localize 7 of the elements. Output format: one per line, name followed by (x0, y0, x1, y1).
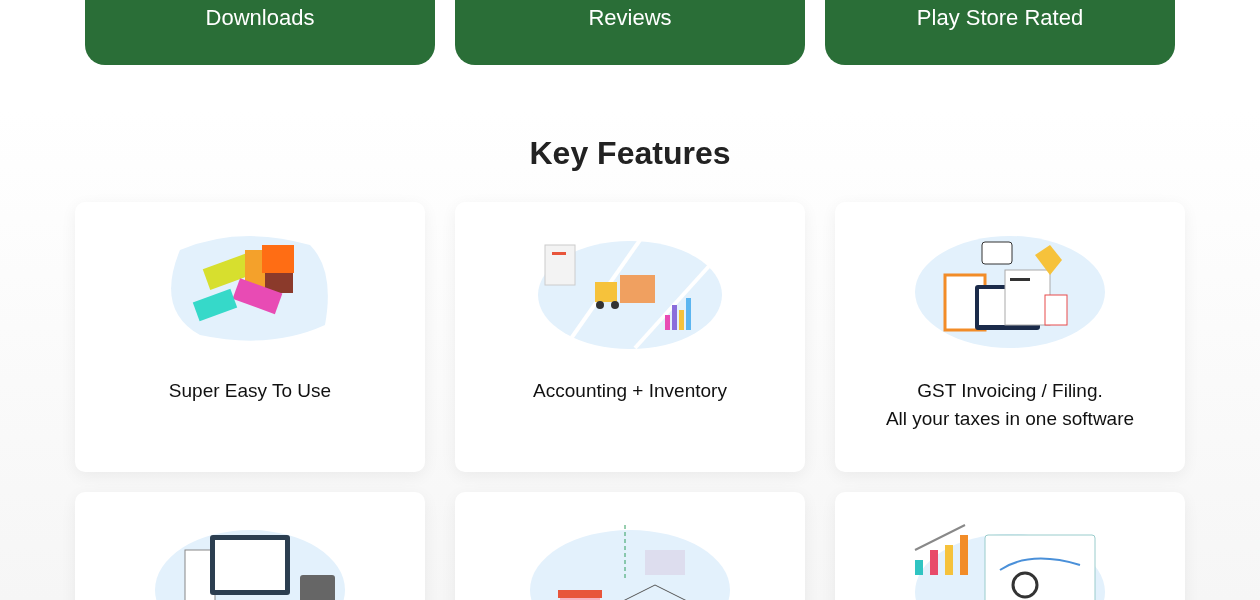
feature-title: Super Easy To Use (168, 379, 332, 403)
stat-card: Reviews (455, 0, 805, 65)
feature-title: GST Invoicing / Filing. All your taxes in one software (885, 379, 1135, 431)
section-heading: Key Features (528, 135, 732, 171)
stat-card: Downloads (85, 0, 435, 65)
stat-card: Play Store Rated (825, 0, 1175, 65)
feature-title: Accounting + Inventory (533, 379, 727, 403)
